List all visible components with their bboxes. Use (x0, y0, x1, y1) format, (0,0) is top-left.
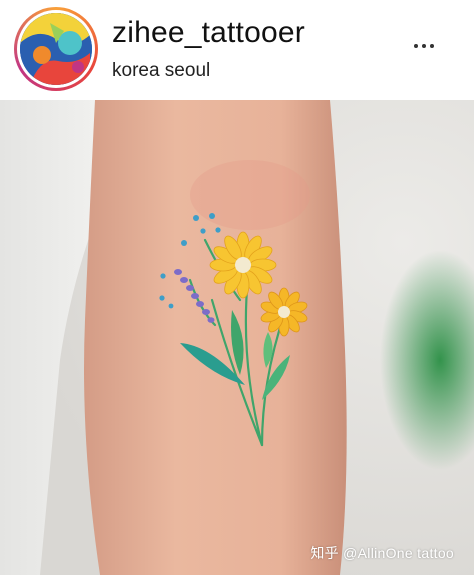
more-options-button[interactable] (404, 34, 444, 58)
avatar[interactable] (14, 7, 98, 91)
avatar-image (20, 13, 92, 85)
username[interactable]: zihee_tattooer (112, 16, 305, 50)
avatar-border (17, 10, 95, 88)
location-label[interactable]: korea seoul (112, 60, 210, 82)
tattoo-photo (0, 100, 474, 575)
more-horizontal-icon-dot (430, 44, 434, 48)
more-horizontal-icon (414, 44, 418, 48)
post-header: zihee_tattooer korea seoul (0, 0, 474, 100)
watermark: 知乎 @AllinOne tattoo (310, 545, 454, 561)
avatar-artwork-icon (20, 13, 92, 85)
more-horizontal-icon-dot (422, 44, 426, 48)
post-photo[interactable]: 知乎 @AllinOne tattoo (0, 100, 474, 575)
